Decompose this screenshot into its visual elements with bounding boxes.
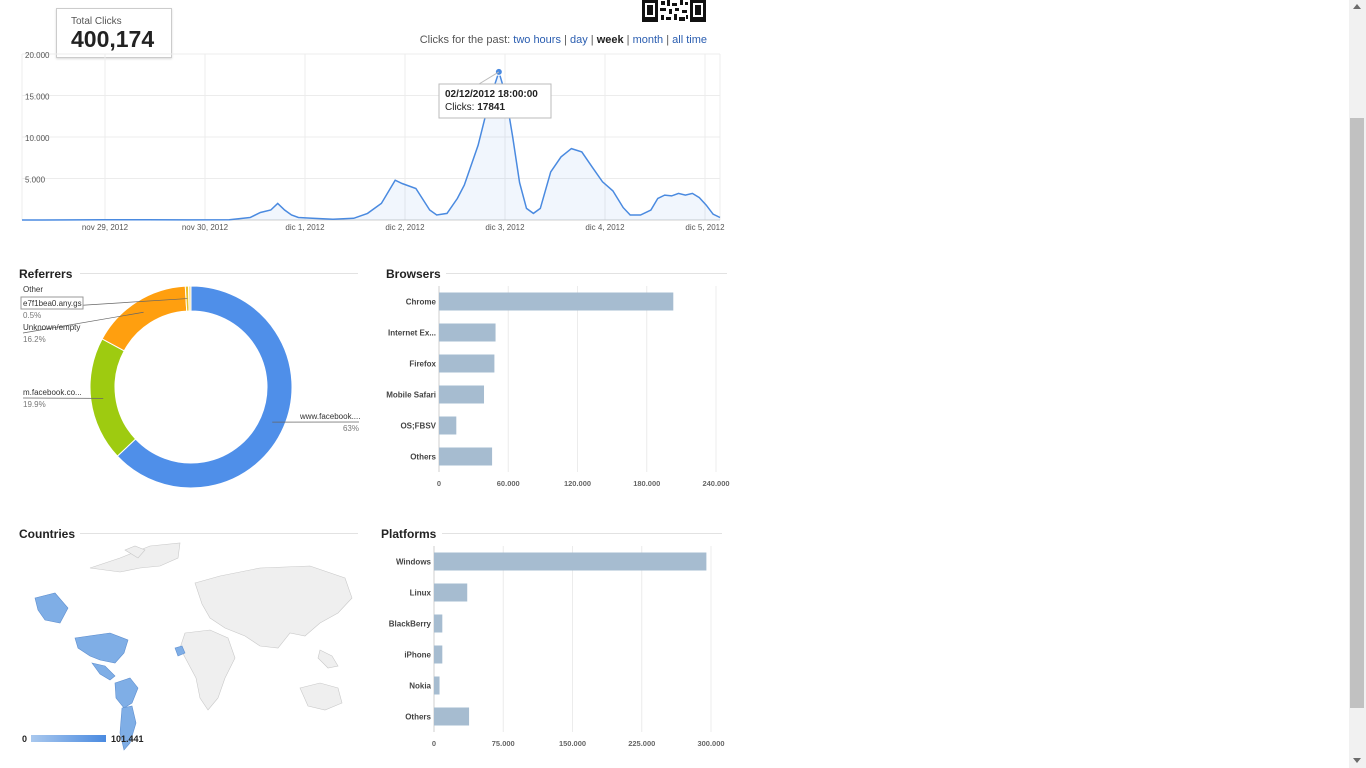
browser-x-tick: 180.000 (633, 479, 660, 488)
platform-bar (434, 707, 470, 726)
clicks-line-chart: 20.000 15.000 10.000 5.000 nov 29, 2012 nov 3… (21, 51, 725, 232)
browser-bar (439, 354, 495, 373)
referrer-label: www.facebook.... (299, 412, 360, 421)
time-range-selector: Clicks for the past: two hours | day | w… (419, 34, 707, 46)
browser-x-tick: 120.000 (564, 479, 591, 488)
clicks-x-tick: nov 30, 2012 (182, 223, 229, 232)
browser-category-label: Firefox (409, 360, 436, 369)
browser-x-tick: 240.000 (702, 479, 729, 488)
browser-bar (439, 416, 457, 435)
platform-bar (434, 583, 468, 602)
clicks-x-tick: dic 2, 2012 (385, 223, 425, 232)
range-week-current: week (596, 34, 624, 46)
map-legend-max: 101.441 (111, 734, 144, 744)
referrer-pct: 16.2% (23, 335, 46, 344)
referrers-title: Referrers (19, 267, 73, 281)
browser-category-label: OS;FBSV (400, 422, 436, 431)
referrer-label: Other (23, 285, 43, 294)
platform-category-label: Windows (396, 558, 432, 567)
platform-x-tick: 75.000 (492, 739, 515, 748)
platforms-divider (442, 533, 722, 534)
platform-bar (434, 552, 707, 571)
clicks-y-tick: 15.000 (25, 93, 50, 102)
range-day-link[interactable]: day (570, 34, 588, 46)
range-month-link[interactable]: month (633, 34, 664, 46)
browser-bar (439, 385, 485, 404)
referrer-pct: 63% (343, 424, 359, 433)
platform-category-label: BlackBerry (389, 620, 432, 629)
browser-category-label: Internet Ex... (388, 329, 436, 338)
tooltip-date: 02/12/2012 18:00:00 (445, 89, 538, 100)
vertical-scrollbar[interactable] (1349, 0, 1366, 768)
clicks-y-tick: 10.000 (25, 134, 50, 143)
platform-category-label: Nokia (409, 682, 431, 691)
referrer-label: Unknown/empty (23, 323, 80, 332)
referrer-pct: 19.9% (23, 400, 46, 409)
referrer-label: m.facebook.co... (23, 388, 82, 397)
browser-bar (439, 323, 496, 342)
clicks-x-tick: dic 1, 2012 (285, 223, 325, 232)
map-legend-gradient (31, 735, 106, 742)
clicks-x-tick: dic 3, 2012 (485, 223, 525, 232)
tooltip-value: Clicks: 17841 (445, 102, 505, 113)
browser-category-label: Mobile Safari (386, 391, 436, 400)
browser-category-label: Others (410, 453, 436, 462)
range-two-hours-link[interactable]: two hours (513, 34, 561, 46)
platform-bar (434, 614, 443, 633)
clicks-x-tick: dic 4, 2012 (585, 223, 625, 232)
clicks-y-tick: 5.000 (25, 176, 46, 185)
platform-x-tick: 150.000 (559, 739, 586, 748)
range-prefix: Clicks for the past: (419, 34, 511, 46)
scroll-down-arrow-icon[interactable] (1353, 758, 1361, 763)
platform-category-label: Linux (410, 589, 432, 598)
platform-x-tick: 225.000 (628, 739, 655, 748)
referrer-pct: 0.5% (23, 311, 41, 320)
browser-category-label: Chrome (406, 298, 437, 307)
countries-divider (80, 533, 358, 534)
map-legend-min: 0 (22, 734, 28, 744)
clicks-area (22, 71, 720, 221)
referrers-divider (80, 273, 358, 274)
range-all-time-link[interactable]: all time (672, 34, 707, 46)
countries-world-map (20, 538, 360, 753)
scroll-up-arrow-icon[interactable] (1353, 4, 1361, 9)
referrer-slice (187, 285, 192, 312)
clicks-y-tick: 20.000 (25, 51, 50, 60)
browser-x-tick: 0 (437, 479, 441, 488)
platform-x-tick: 0 (432, 739, 436, 748)
referrer-label: e7f1bea0.any.gs (23, 299, 82, 308)
browser-x-tick: 60.000 (497, 479, 520, 488)
referrers-donut-chart: www.facebook.... 63% m.facebook.co... 19.9%… (20, 285, 360, 489)
scrollbar-thumb[interactable] (1350, 118, 1364, 708)
referrer-slice (101, 285, 188, 352)
clicks-x-tick: dic 5, 2012 (685, 223, 725, 232)
browsers-divider (446, 273, 727, 274)
browser-bar (439, 447, 493, 466)
platform-category-label: Others (405, 713, 431, 722)
platform-category-label: iPhone (404, 651, 431, 660)
qr-code-icon[interactable] (641, 0, 707, 22)
clicks-x-tick: nov 29, 2012 (82, 223, 129, 232)
platform-x-tick: 300.000 (697, 739, 724, 748)
platform-bar (434, 645, 443, 664)
platforms-title: Platforms (381, 527, 437, 541)
platforms-bar-chart: 0 75.000 150.000 225.000 300.000 Windows Linux… (389, 546, 725, 748)
browser-bar (439, 292, 674, 311)
browsers-bar-chart: 0 60.000 120.000 180.000 240.000 Chrome Intern… (386, 286, 730, 488)
browsers-title: Browsers (386, 267, 441, 281)
referrer-slice (89, 338, 137, 457)
platform-bar (434, 676, 440, 695)
